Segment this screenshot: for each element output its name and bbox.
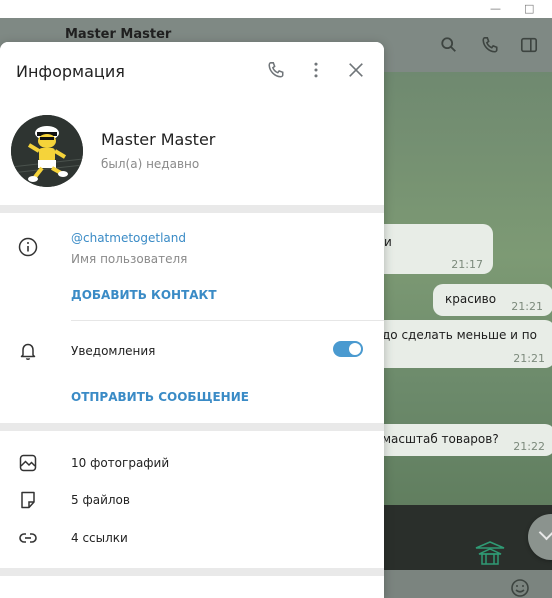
photos-link[interactable]: 10 фотографий [71, 456, 169, 470]
phone-icon[interactable] [481, 36, 499, 54]
links-link[interactable]: 4 ссылки [71, 531, 128, 545]
search-icon[interactable] [440, 36, 458, 54]
send-message-button[interactable]: ОТПРАВИТЬ СООБЩЕНИЕ [71, 390, 249, 404]
profile-status: был(а) недавно [101, 157, 200, 171]
username-caption: Имя пользователя [71, 252, 188, 266]
message-text: красиво [445, 292, 497, 306]
link-icon [19, 533, 37, 543]
more-options-icon[interactable] [307, 61, 325, 79]
add-contact-button[interactable]: ДОБАВИТЬ КОНТАКТ [71, 288, 217, 302]
username-link[interactable]: @chatmetogetland [71, 231, 186, 245]
avatar[interactable] [11, 115, 83, 187]
minimize-button[interactable]: — [490, 2, 501, 15]
message-time: 21:17 [451, 258, 483, 271]
bell-icon [20, 343, 36, 360]
avatar-image [11, 115, 83, 187]
message-text: и [384, 235, 392, 249]
photo-icon [19, 454, 37, 472]
phone-icon[interactable] [267, 61, 285, 79]
chat-title[interactable]: Master Master [65, 27, 171, 42]
toggle-knob [349, 343, 361, 355]
emoji-icon[interactable] [510, 578, 530, 598]
info-panel: Информация Master Master был(а) недавно … [0, 42, 384, 598]
next-card [0, 576, 384, 598]
profile-card: Информация Master Master был(а) недавно [0, 42, 384, 205]
profile-name: Master Master [101, 130, 216, 149]
message-time: 21:22 [513, 440, 545, 453]
details-card: @chatmetogetland Имя пользователя ДОБАВИ… [0, 213, 384, 423]
message-text: масштаб товаров? [382, 432, 499, 446]
message-text: до сделать меньше и по [382, 328, 537, 342]
notifications-label: Уведомления [71, 344, 156, 358]
divider [71, 320, 384, 321]
message-bubble[interactable]: до сделать меньше и по 21:21 [360, 320, 552, 368]
file-icon [21, 491, 35, 509]
sidebar-toggle-icon[interactable] [520, 36, 538, 54]
close-icon[interactable] [347, 61, 365, 79]
message-time: 21:21 [513, 352, 545, 365]
maximize-button[interactable]: □ [524, 2, 534, 15]
message-time: 21:21 [511, 300, 543, 313]
panel-title: Информация [16, 62, 125, 81]
temple-logo-icon [475, 541, 505, 565]
shared-media-card: 10 фотографий 5 файлов 4 ссылки [0, 431, 384, 568]
message-bubble[interactable]: масштаб товаров? 21:22 [360, 424, 552, 456]
notifications-toggle[interactable] [333, 341, 363, 357]
info-icon [18, 237, 38, 257]
window-titlebar: — □ [0, 0, 552, 19]
files-link[interactable]: 5 файлов [71, 493, 130, 507]
message-bubble[interactable]: красиво 21:21 [433, 284, 552, 316]
